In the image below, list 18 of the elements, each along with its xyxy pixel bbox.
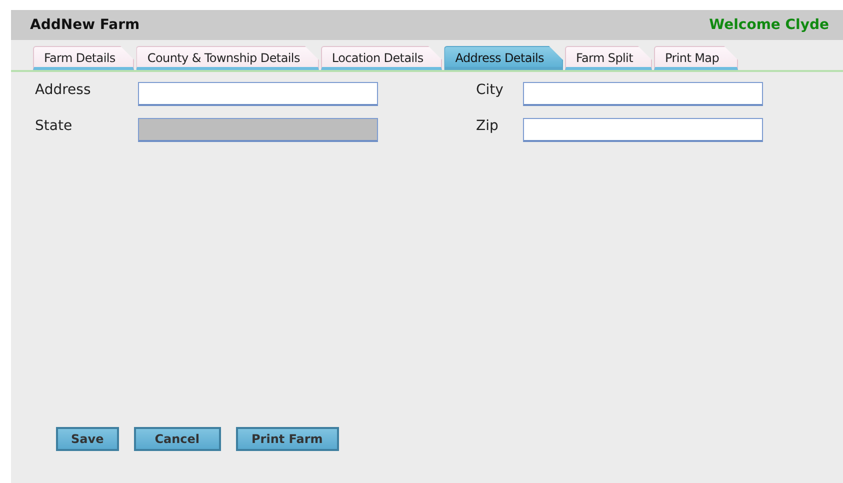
action-button[interactable]: Cancel: [134, 427, 221, 451]
page-title: AddNew Farm: [30, 17, 140, 33]
tab[interactable]: County & Township Details: [136, 46, 319, 70]
field-label: Zip: [475, 118, 500, 136]
field-label: Address: [35, 82, 92, 100]
action-button[interactable]: Print Farm: [236, 427, 339, 451]
field-label: City: [475, 82, 504, 100]
input-field[interactable]: [523, 82, 763, 106]
input-field[interactable]: [523, 118, 763, 142]
tab[interactable]: Print Map: [654, 46, 738, 70]
welcome-text: Welcome Clyde: [709, 17, 829, 33]
tab[interactable]: Farm Details: [33, 46, 134, 70]
field-label: State: [35, 118, 74, 136]
tab[interactable]: Address Details: [444, 46, 563, 70]
tab[interactable]: Location Details: [320, 46, 442, 70]
action-button[interactable]: Save: [56, 427, 119, 451]
input-field[interactable]: [138, 82, 378, 106]
tab[interactable]: Farm Split: [565, 46, 652, 70]
